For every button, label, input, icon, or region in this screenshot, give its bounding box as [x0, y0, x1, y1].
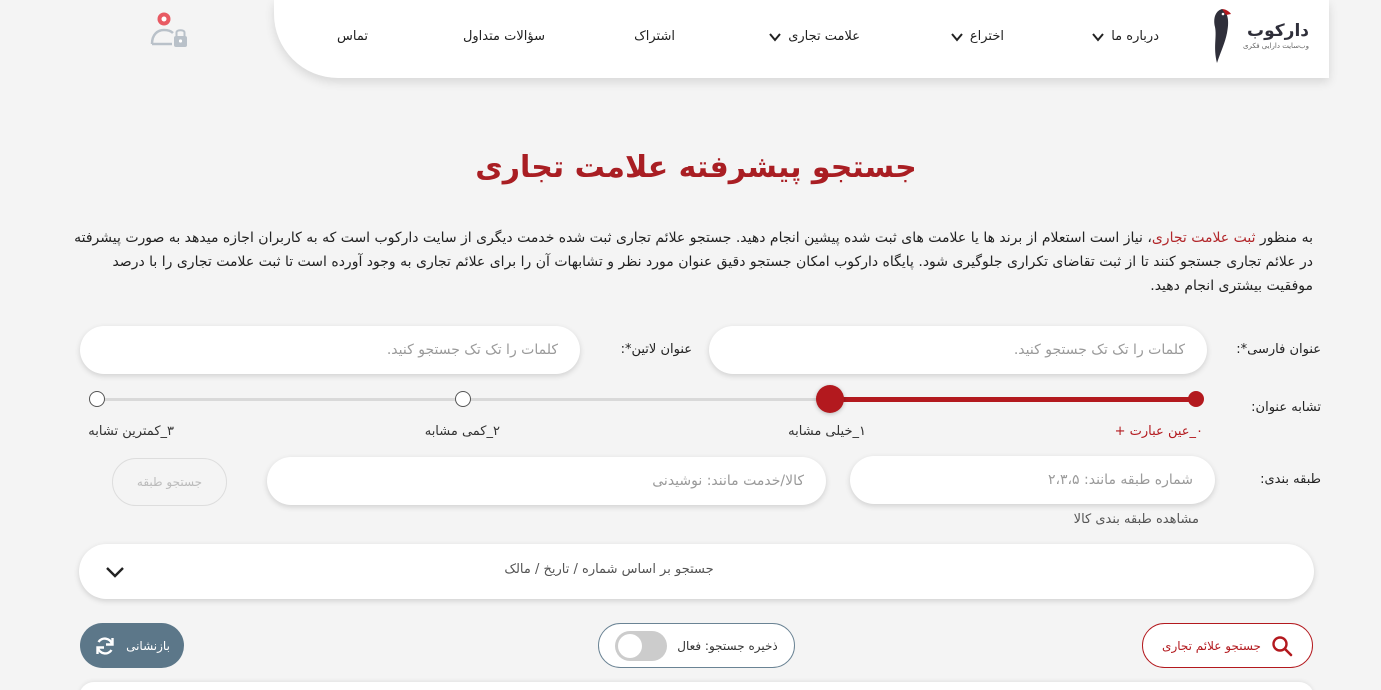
nav-item-patent[interactable]: اختراع [950, 29, 1004, 44]
slider-stop-least-similar[interactable] [89, 391, 105, 407]
slider-stop-slightly-similar[interactable] [455, 391, 471, 407]
save-search-label: ذخیره جستجو: فعال [677, 638, 778, 653]
goods-services-input[interactable] [267, 457, 826, 505]
chevron-down-icon [951, 32, 963, 42]
toggle-switch[interactable] [615, 630, 668, 661]
nav-item-about[interactable]: درباره ما [1091, 29, 1159, 44]
brand-name: دارکوب [1247, 21, 1309, 41]
brand-tagline: وب‌سایت دارایی فکری [1243, 42, 1309, 50]
similarity-level-exact[interactable]: ۰_عین عبارت + [1115, 424, 1203, 439]
brand-logo[interactable]: دارکوب وب‌سایت دارایی فکری [1199, 6, 1309, 66]
nav-item-faq[interactable]: سؤالات متداول [463, 29, 545, 44]
classification-label: طبقه بندی: [1260, 472, 1321, 487]
latin-title-input[interactable] [80, 326, 580, 374]
search-trademarks-button[interactable]: جستجو علائم تجاری [1142, 623, 1313, 668]
save-search-toggle[interactable]: ذخیره جستجو: فعال [598, 623, 795, 668]
class-search-button[interactable]: جستجو طبقه [112, 458, 227, 506]
search-icon [1272, 635, 1293, 656]
woodpecker-logo-icon [1214, 9, 1232, 63]
reset-button[interactable]: بازنشانی [80, 623, 184, 668]
top-navigation: دارکوب وب‌سایت دارایی فکری درباره ما اخت… [274, 0, 1329, 78]
intro-paragraph: به منظور ثبت علامت تجاری، نیاز است استعل… [74, 230, 1313, 294]
latin-title-label: عنوان لاتین*: [620, 342, 692, 357]
similarity-level-least-similar[interactable]: ۳_کمترین تشابه [88, 424, 174, 439]
nav-item-subscription[interactable]: اشتراک [634, 29, 675, 44]
goods-classification-link[interactable]: مشاهده طبقه بندی کالا [1074, 512, 1199, 527]
chevron-down-icon [769, 32, 781, 42]
nav-item-contact[interactable]: تماس [337, 29, 368, 44]
slider-thumb[interactable] [816, 385, 844, 413]
results-card [79, 682, 1314, 690]
trademark-registration-link[interactable]: ثبت علامت تجاری [1152, 230, 1256, 246]
refresh-icon [96, 636, 114, 655]
slider-track-fill [830, 397, 1196, 402]
nav-item-trademark[interactable]: علامت تجاری [768, 29, 860, 44]
similarity-level-slightly-similar[interactable]: ۲_کمی مشابه [425, 424, 500, 439]
similarity-label: تشابه عنوان: [1251, 400, 1321, 415]
page-title: جستجو پیشرفته علامت تجاری [475, 150, 917, 185]
toggle-knob [618, 633, 643, 658]
persian-title-input[interactable] [709, 326, 1207, 374]
persian-title-label: عنوان فارسی*: [1236, 342, 1321, 357]
class-number-input[interactable] [850, 456, 1215, 504]
slider-stop-exact[interactable] [1188, 391, 1204, 407]
similarity-level-very-similar[interactable]: ۱_خیلی مشابه [788, 424, 866, 439]
accordion-label: جستجو بر اساس شماره / تاریخ / مالک [504, 562, 714, 577]
chevron-down-icon[interactable] [104, 561, 126, 583]
user-lock-icon[interactable] [148, 10, 190, 50]
chevron-down-icon [1092, 32, 1104, 42]
advanced-search-accordion[interactable]: جستجو بر اساس شماره / تاریخ / مالک [79, 544, 1314, 599]
